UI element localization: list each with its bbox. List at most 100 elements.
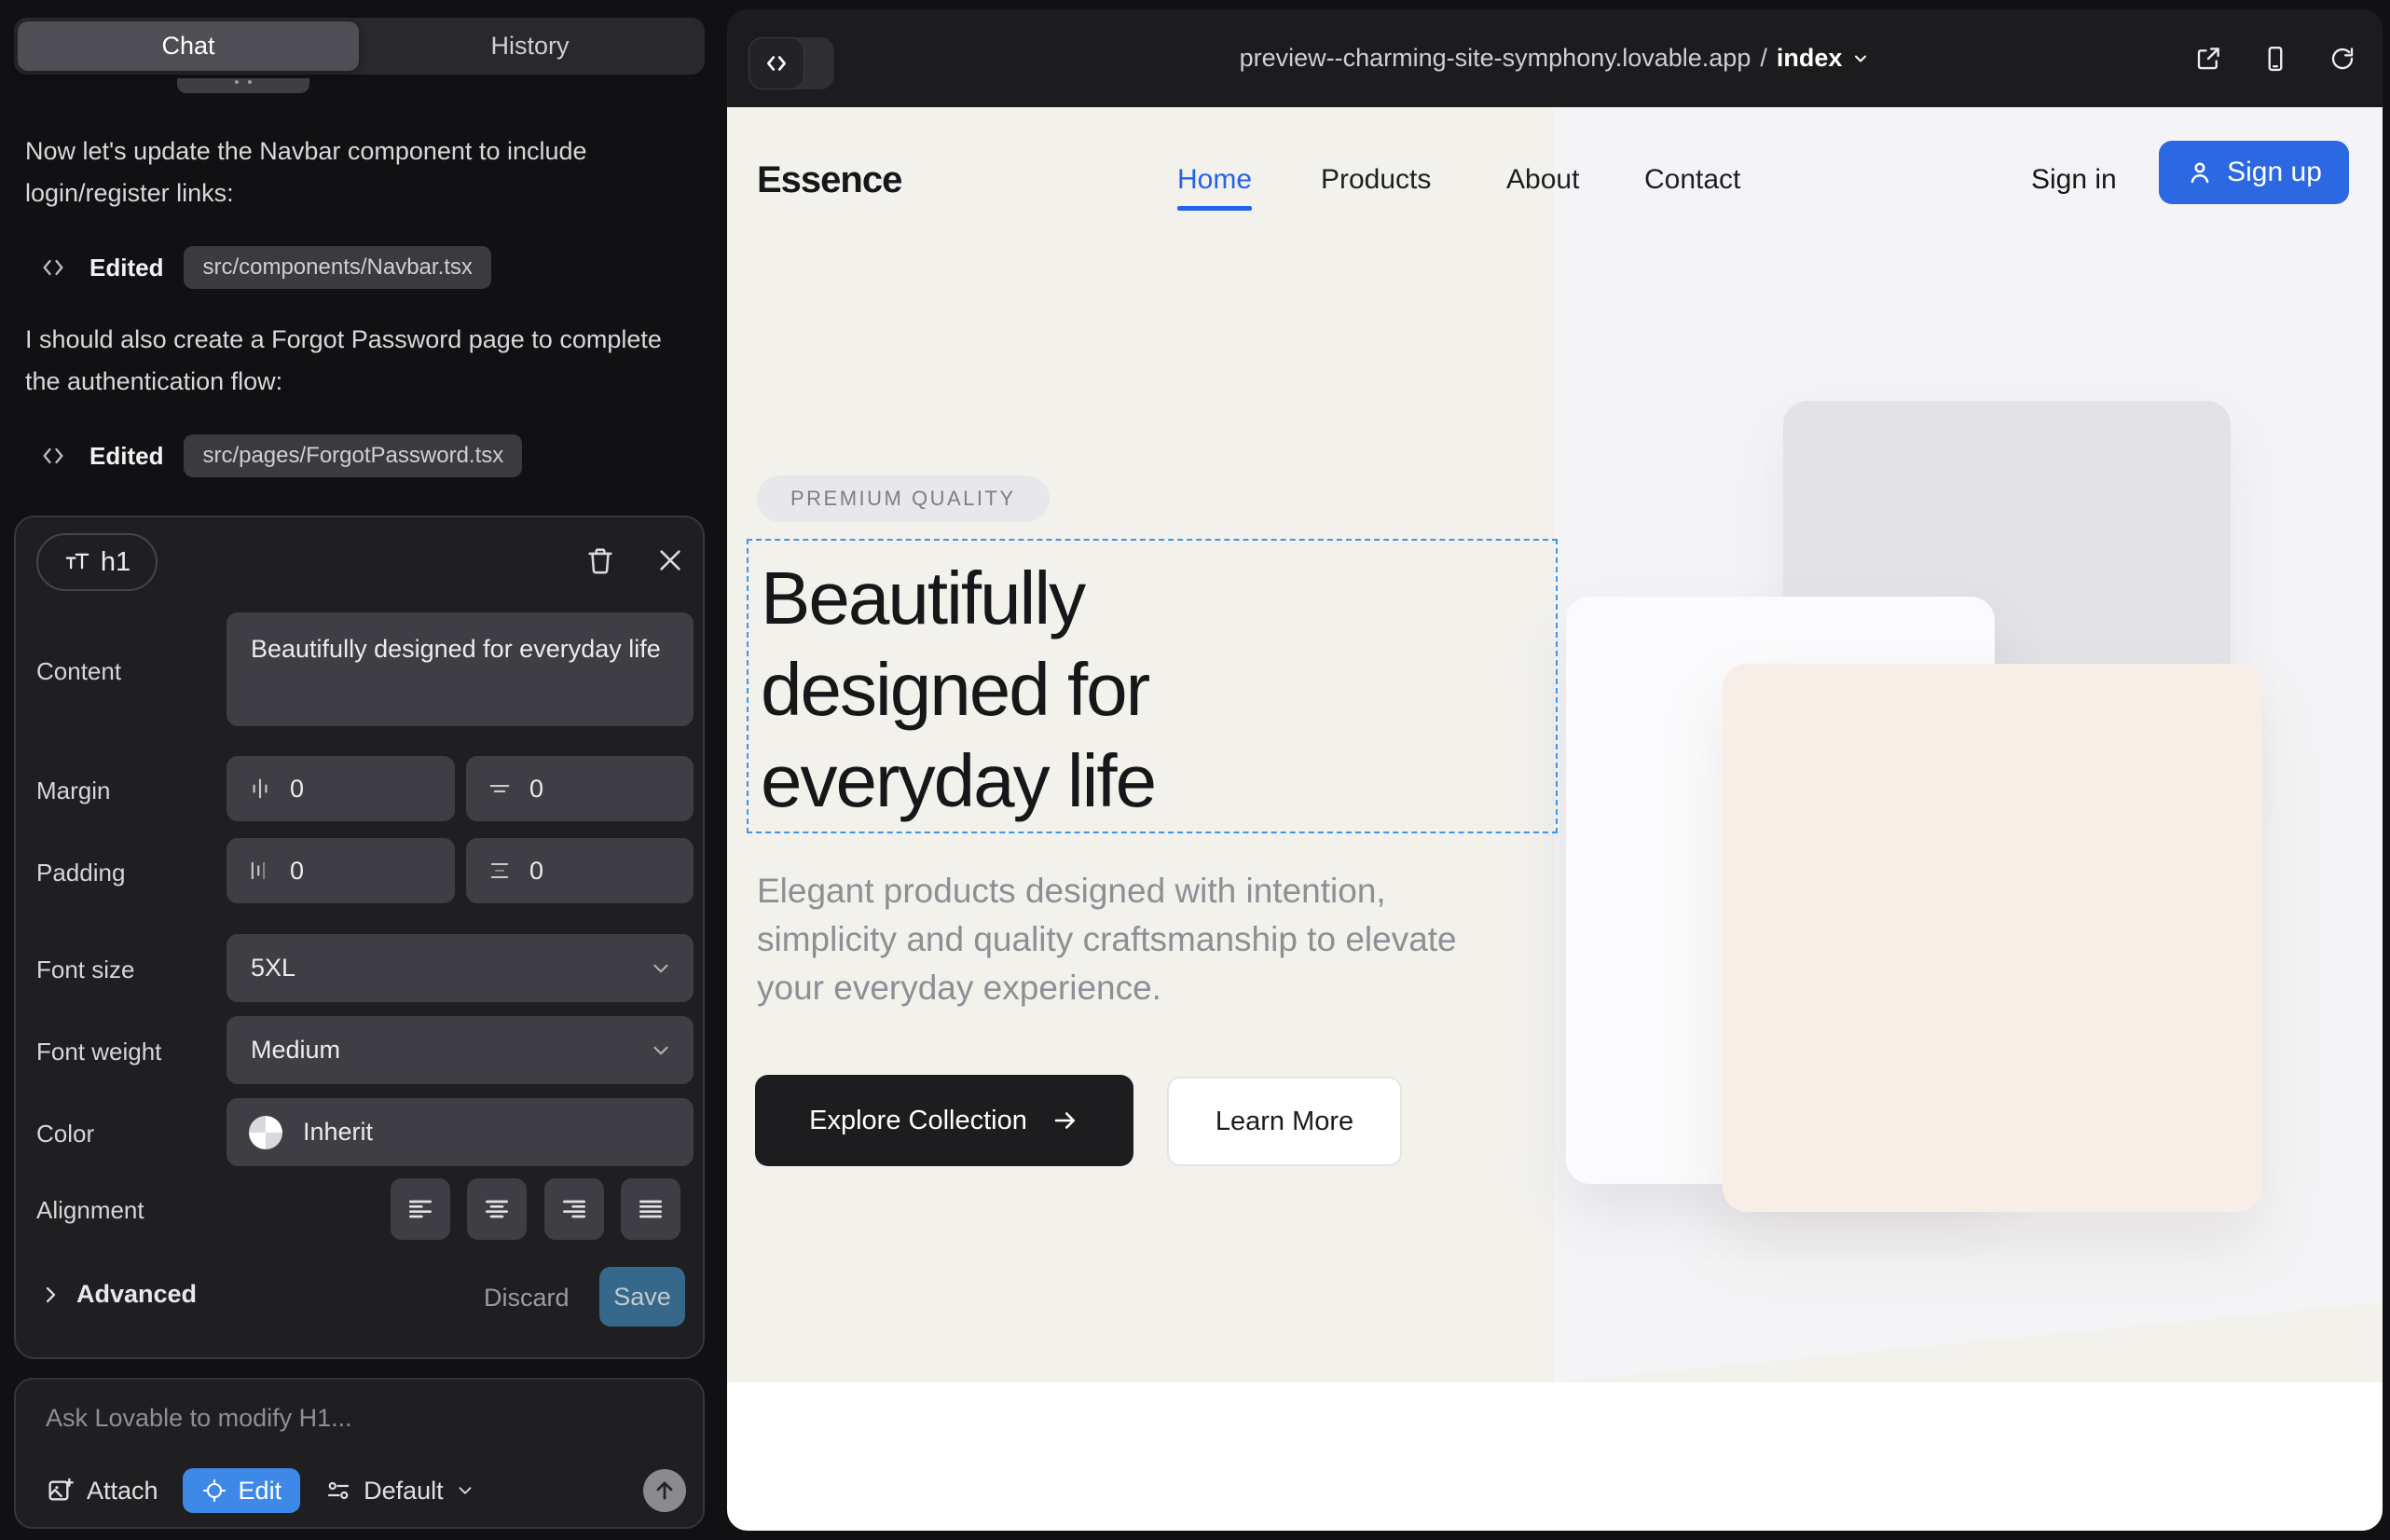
attach-button[interactable]: Attach [46, 1476, 158, 1506]
typography-icon [63, 548, 91, 576]
close-panel-icon[interactable] [655, 545, 685, 575]
margin-horizontal-icon [247, 776, 273, 802]
padding-x-value: 0 [290, 857, 304, 886]
headline-line: designed for [761, 644, 1155, 736]
align-center-button[interactable] [467, 1178, 527, 1240]
url-separator: / [1760, 44, 1767, 73]
nav-link-products[interactable]: Products [1321, 164, 1431, 196]
send-button[interactable] [643, 1469, 686, 1512]
url-page: index [1777, 44, 1843, 73]
assistant-message: Now let's update the Navbar component to… [25, 131, 668, 214]
padding-label: Padding [36, 859, 125, 887]
save-button[interactable]: Save [599, 1267, 685, 1327]
headline-line: Beautifully [761, 553, 1155, 644]
site-logo[interactable]: Essence [757, 159, 901, 201]
tab-chat-label: Chat [161, 32, 214, 61]
edited-file-row[interactable]: Edited src/pages/ForgotPassword.tsx [37, 433, 522, 479]
margin-x-value: 0 [290, 775, 304, 804]
font-weight-label: Font weight [36, 1038, 161, 1066]
element-tag-pill[interactable]: h1 [36, 533, 158, 591]
content-label: Content [36, 657, 121, 686]
color-select[interactable]: Inherit [227, 1098, 694, 1166]
chevron-down-icon [455, 1480, 475, 1501]
sign-up-button[interactable]: Sign up [2159, 141, 2349, 204]
padding-vertical-icon [487, 858, 513, 884]
advanced-label: Advanced [76, 1280, 197, 1309]
edited-label: Edited [89, 254, 163, 282]
edit-mode-chip[interactable]: Edit [183, 1468, 301, 1513]
tab-history[interactable]: History [355, 32, 705, 61]
browser-actions [2194, 45, 2356, 73]
margin-label: Margin [36, 777, 110, 805]
preview-pane: preview--charming-site-symphony.lovable.… [727, 9, 2383, 1531]
nav-link-home[interactable]: Home [1177, 164, 1252, 196]
url-domain: preview--charming-site-symphony.lovable.… [1240, 44, 1751, 73]
chat-history-tabbar: Chat History [14, 18, 705, 75]
font-weight-select[interactable]: Medium [227, 1016, 694, 1084]
default-mode-dropdown[interactable]: Default [324, 1477, 475, 1506]
delete-element-button[interactable] [584, 543, 616, 577]
code-icon [37, 443, 69, 469]
padding-y-input[interactable]: 0 [466, 838, 694, 903]
url-bar[interactable]: preview--charming-site-symphony.lovable.… [727, 9, 2383, 107]
nav-link-about[interactable]: About [1506, 164, 1579, 196]
edited-file-row[interactable]: Edited src/components/Navbar.tsx [37, 244, 491, 291]
advanced-toggle[interactable]: Advanced [39, 1280, 197, 1309]
clipped-badge-fragment [177, 78, 309, 93]
hero-paragraph: Elegant products designed with intention… [757, 867, 1512, 1012]
explore-collection-label: Explore Collection [809, 1106, 1027, 1136]
target-icon [201, 1478, 227, 1504]
composer-toolbar: Attach Edit Default [46, 1467, 684, 1514]
padding-horizontal-icon [247, 858, 273, 884]
discard-button[interactable]: Discard [484, 1284, 570, 1313]
attach-image-icon [46, 1476, 76, 1506]
padding-y-value: 0 [529, 857, 543, 886]
explore-collection-button[interactable]: Explore Collection [755, 1075, 1133, 1166]
chevron-down-icon [649, 1038, 673, 1063]
mobile-view-icon[interactable] [2261, 45, 2289, 73]
color-swatch-icon [249, 1116, 282, 1149]
app-root: Chat History Now let's update the Navbar… [0, 0, 2390, 1540]
margin-y-input[interactable]: 0 [466, 756, 694, 821]
element-tag-label: h1 [101, 547, 130, 578]
code-icon [37, 254, 69, 281]
chevron-down-icon [649, 956, 673, 981]
assistant-message: I should also create a Forgot Password p… [25, 319, 668, 403]
sign-up-label: Sign up [2227, 157, 2322, 188]
edited-file-badge[interactable]: src/components/Navbar.tsx [184, 246, 490, 289]
edited-label: Edited [89, 442, 163, 471]
site-viewport: Essence Home Products About Contact Sign… [727, 107, 2383, 1531]
headline-line: everyday life [761, 736, 1155, 827]
default-label: Default [364, 1477, 444, 1506]
chat-composer: Attach Edit Default [14, 1378, 705, 1529]
premium-quality-badge: PREMIUM QUALITY [757, 475, 1050, 522]
margin-vertical-icon [487, 776, 513, 802]
edited-file-badge[interactable]: src/pages/ForgotPassword.tsx [184, 434, 522, 477]
chevron-down-icon [1851, 49, 1870, 68]
align-right-button[interactable] [544, 1178, 604, 1240]
font-size-value: 5XL [251, 954, 295, 983]
user-icon [2186, 158, 2214, 186]
sliders-icon [324, 1477, 352, 1505]
arrow-right-icon [1051, 1107, 1079, 1134]
element-editor-panel: h1 Content Beautifully designed for ever… [14, 516, 705, 1359]
refresh-icon[interactable] [2328, 45, 2356, 73]
font-size-select[interactable]: 5XL [227, 934, 694, 1002]
sign-in-link[interactable]: Sign in [2031, 164, 2117, 196]
color-value: Inherit [303, 1118, 373, 1147]
decor-card-cream [1723, 664, 2261, 1212]
hero-headline: Beautifully designed for everyday life [761, 553, 1155, 827]
padding-x-input[interactable]: 0 [227, 838, 455, 903]
content-textarea[interactable]: Beautifully designed for everyday life [227, 612, 694, 726]
font-size-label: Font size [36, 956, 135, 984]
nav-link-contact[interactable]: Contact [1644, 164, 1740, 196]
active-nav-underline [1177, 206, 1252, 211]
composer-input[interactable] [46, 1404, 642, 1433]
tab-chat[interactable]: Chat [18, 21, 359, 71]
margin-x-input[interactable]: 0 [227, 756, 455, 821]
tab-history-label: History [490, 32, 569, 60]
open-external-icon[interactable] [2194, 45, 2222, 73]
align-left-button[interactable] [391, 1178, 450, 1240]
align-justify-button[interactable] [621, 1178, 680, 1240]
learn-more-button[interactable]: Learn More [1167, 1077, 1402, 1166]
